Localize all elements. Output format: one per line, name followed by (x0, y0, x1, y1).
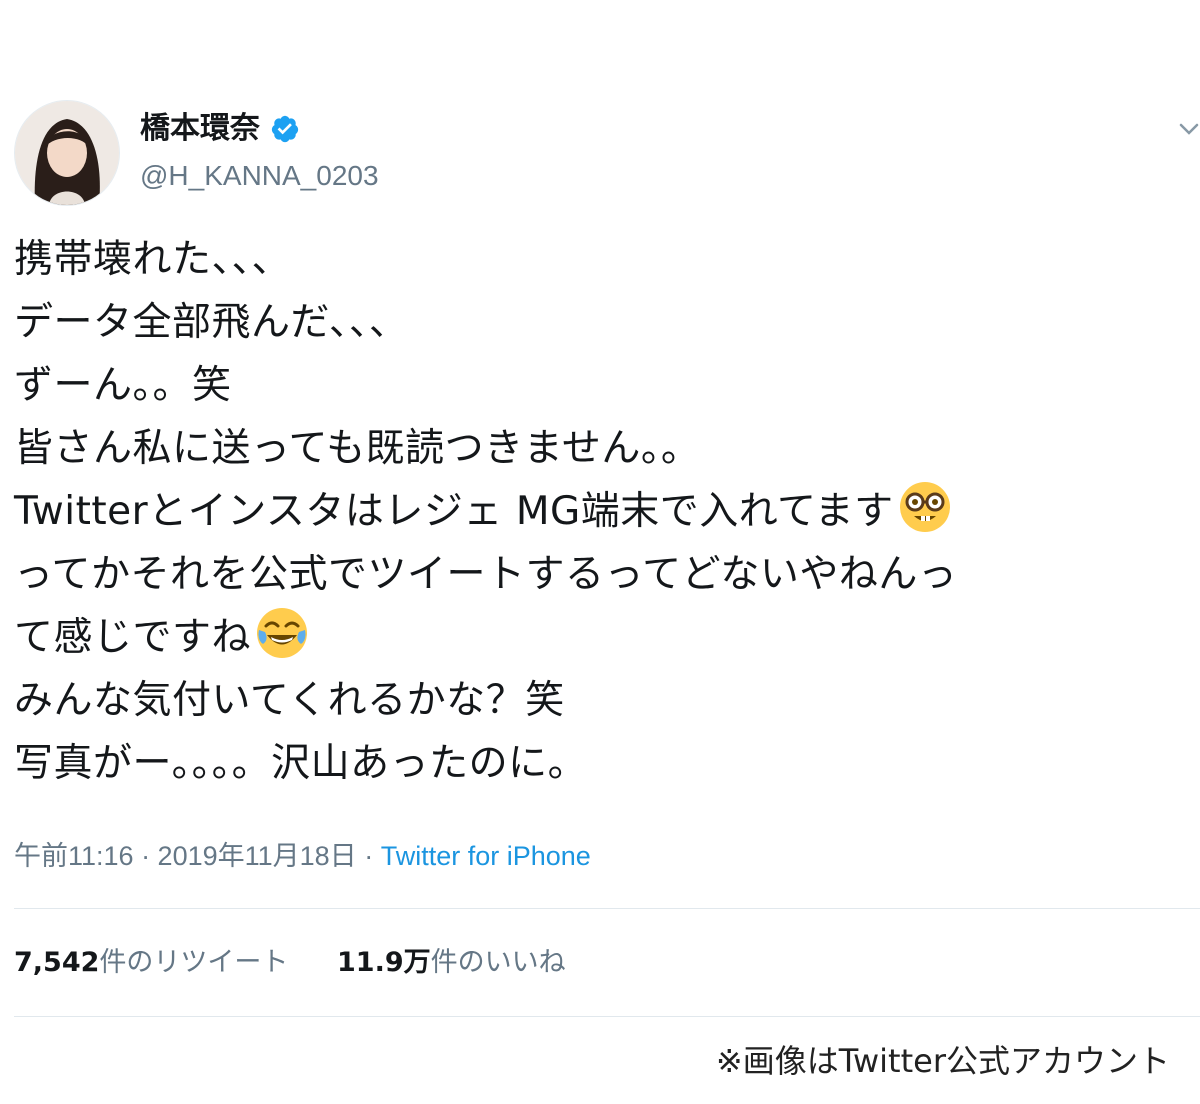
nerd-face-emoji-icon (899, 482, 950, 532)
likes-label: 件のいいね (430, 947, 566, 978)
avatar[interactable] (14, 100, 120, 206)
retweets-stat[interactable]: 7,542件のリツイート (14, 940, 288, 979)
tweet-meta: 午前11:16 · 2019年11月18日 · Twitter for iPho… (14, 834, 591, 873)
tweet-line: 携帯壊れた、、、 (14, 237, 292, 282)
tweet-line-with-emoji: て感じですね (14, 606, 1194, 669)
divider (14, 1016, 1200, 1017)
tweet-line: 皆さん私に送っても既読つきません。。 (14, 426, 701, 471)
chevron-down-icon[interactable] (1178, 118, 1200, 140)
tweet-header: 橋本環奈 @H_KANNA_0203 (14, 100, 1200, 210)
tweet-line: みんな気付いてくれるかな？笑 (14, 678, 565, 723)
retweets-count: 7,542 (14, 947, 100, 978)
retweets-label: 件のリツイート (99, 947, 289, 978)
tweet-text: 携帯壊れた、、、 データ全部飛んだ、、、 ずーん。。笑 皆さん私に送っても既読つ… (14, 228, 1194, 795)
tweet-stats: 7,542件のリツイート 11.9万件のいいね (14, 940, 606, 979)
source-link[interactable]: Twitter for iPhone (381, 841, 591, 871)
tweet-line: ずーん。。笑 (14, 363, 232, 408)
tweet-line-with-emoji: Twitterとインスタはレジェ MG端末で入れてます (14, 480, 1194, 543)
tweet-line: 写真がー。。。。沢山あったのに。 (14, 741, 588, 786)
display-name[interactable]: 橋本環奈 (140, 112, 260, 145)
likes-count: 11.9万 (337, 947, 431, 978)
verified-badge-icon (271, 115, 299, 142)
tweet-line: ってかそれを公式でツイートするってどないやねんっ (14, 552, 958, 597)
username[interactable]: @H_KANNA_0203 (140, 160, 379, 192)
tweet-line-text: Twitterとインスタはレジェ MG端末で入れてます (14, 489, 894, 534)
tears-of-joy-emoji-icon (257, 608, 308, 658)
name-row: 橋本環奈 (140, 112, 300, 145)
meta-separator: · (356, 841, 381, 871)
profile-photo-icon (15, 101, 119, 205)
likes-stat[interactable]: 11.9万件のいいね (337, 940, 566, 979)
divider (14, 908, 1200, 909)
image-credit-caption: ※画像はTwitter公式アカウント (715, 1042, 1170, 1080)
timestamp[interactable]: 午前11:16 · 2019年11月18日 (14, 841, 357, 871)
tweet-line-text: て感じですね (14, 615, 252, 660)
tweet-line: データ全部飛んだ、、、 (14, 300, 409, 345)
